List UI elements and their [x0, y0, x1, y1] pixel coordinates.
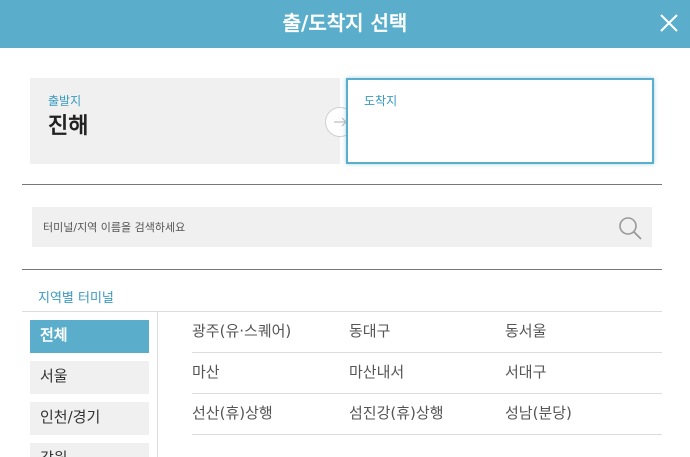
row-divider [192, 434, 662, 435]
region-tab-incheon-gyeonggi[interactable]: 인천/경기 [30, 402, 149, 435]
terminal-item[interactable]: 마산 [192, 361, 220, 382]
search-icon [619, 217, 642, 240]
divider [22, 269, 662, 270]
destination-label: 도착지 [364, 94, 398, 108]
terminal-item[interactable]: 마산내서 [349, 361, 404, 382]
region-tab-gangwon[interactable]: 강원 [30, 443, 149, 457]
terminal-item[interactable]: 서대구 [505, 361, 546, 382]
region-section-title: 지역별 터미널 [38, 291, 114, 306]
search-bar [32, 207, 652, 247]
terminal-item[interactable]: 섬진강(휴)상행 [349, 402, 444, 423]
region-tab-seoul[interactable]: 서울 [30, 361, 149, 394]
origin-label: 출발지 [48, 94, 82, 108]
search-input[interactable] [32, 207, 602, 247]
terminal-item[interactable]: 광주(유·스퀘어) [192, 320, 291, 341]
row-divider [192, 352, 662, 353]
modal-title: 출/도착지 선택 [282, 11, 408, 35]
region-tab-all[interactable]: 전체 [30, 320, 149, 353]
modal-header: 출/도착지 선택 [0, 0, 690, 48]
origin-value: 진해 [48, 114, 89, 139]
terminal-item[interactable]: 선산(휴)상행 [192, 402, 273, 423]
terminal-item[interactable]: 동서울 [505, 320, 546, 341]
terminal-item[interactable]: 성남(분당) [505, 402, 572, 423]
terminal-item[interactable]: 동대구 [349, 320, 390, 341]
search-button[interactable] [617, 215, 643, 241]
destination-box[interactable]: 도착지 [346, 78, 654, 164]
row-divider [192, 393, 662, 394]
divider [22, 184, 662, 185]
section-divider [22, 311, 662, 312]
origin-box[interactable]: 출발지 진해 [30, 78, 340, 164]
close-icon [660, 14, 678, 32]
column-divider [157, 312, 158, 457]
close-button[interactable] [656, 10, 682, 36]
